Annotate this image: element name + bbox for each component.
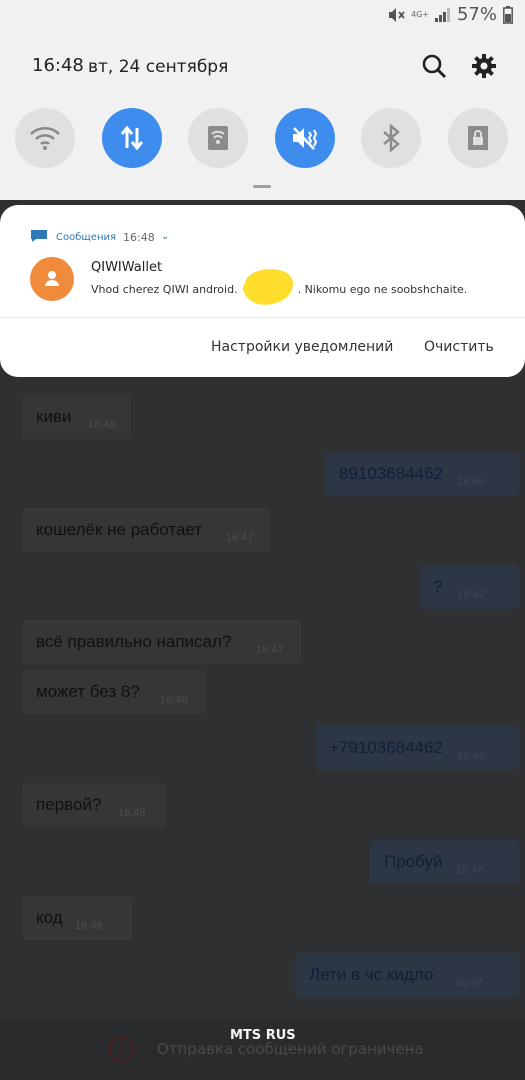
message-text: Лети в чс кидло — [309, 965, 434, 984]
message-time: 16:48 — [455, 977, 483, 989]
message-time: 16:48 — [456, 864, 484, 876]
secure-folder-icon — [468, 126, 488, 150]
message-bubble[interactable]: +79103684462 16:48 — [315, 726, 519, 770]
bluetooth-icon — [383, 124, 400, 152]
message-time: 16:48 — [160, 694, 188, 706]
message-text: киви — [36, 407, 72, 426]
message-time: 16:47 — [256, 644, 284, 656]
message-text: +79103684462 — [329, 738, 443, 757]
message-bubble[interactable]: всё правильно написал? 16:47 — [22, 620, 301, 664]
message-time: 16:46 — [457, 476, 485, 488]
mobile-data-icon — [120, 125, 144, 151]
divider — [0, 317, 525, 318]
message-bubble[interactable]: Пробуй 16:48 — [370, 840, 519, 884]
message-bubble[interactable]: кошелёк не работает 16:47 — [22, 508, 270, 552]
message-bubble[interactable]: киви 16:46 — [22, 395, 131, 439]
message-bubble[interactable]: ? 16:47 — [419, 565, 519, 609]
battery-percent: 57% — [456, 4, 497, 25]
notification-text-end: . Nikomu ego ne soobshchaite. — [297, 283, 468, 296]
sound-toggle[interactable] — [275, 108, 335, 168]
notification-time: 16:48 — [123, 231, 155, 244]
notification-app-name: Сообщения — [56, 232, 117, 243]
wifi-icon — [30, 127, 60, 150]
message-text: код — [36, 908, 63, 927]
nfc-toggle[interactable] — [188, 108, 248, 168]
carrier-label: MTS RUS — [230, 1028, 296, 1043]
message-text: может без 8? — [36, 682, 140, 701]
message-bubble[interactable]: 89103684462 16:46 — [325, 452, 519, 496]
message-time: 16:46 — [88, 419, 116, 431]
message-text: Пробуй — [384, 852, 443, 871]
person-icon — [45, 271, 59, 286]
message-bubble[interactable]: код 16:48 — [22, 896, 132, 940]
quick-panel: 4G+ 57% 16:48 вт, 24 сентября — [0, 0, 525, 200]
message-bubble[interactable]: может без 8? 16:48 — [22, 670, 206, 714]
mobile-data-toggle[interactable] — [102, 108, 162, 168]
avatar — [30, 257, 74, 301]
network-type: 4G+ — [410, 9, 429, 19]
search-icon[interactable] — [420, 52, 448, 80]
clear-button[interactable]: Очистить — [424, 339, 494, 355]
message-time: 16:47 — [457, 589, 485, 601]
notification-settings-button[interactable]: Настройки уведомлений — [211, 339, 393, 355]
message-text: первой? — [36, 795, 102, 814]
mute-icon — [388, 7, 405, 22]
message-text: кошелёк не работает — [36, 520, 203, 539]
warning-icon: ! — [109, 1036, 135, 1062]
signal-icon — [434, 7, 450, 22]
nfc-icon — [208, 126, 228, 150]
message-time: 16:48 — [457, 750, 485, 762]
notification-card[interactable]: Сообщения 16:48 ⌄ QIWIWallet Vhod cherez… — [0, 205, 525, 377]
quick-settings-row — [15, 108, 515, 168]
notification-text-start: Vhod cherez QIWI android. — [91, 283, 238, 296]
clock: 16:48 — [32, 55, 84, 76]
bluetooth-toggle[interactable] — [361, 108, 421, 168]
message-time: 16:47 — [226, 532, 254, 544]
battery-icon — [503, 5, 513, 24]
message-icon — [31, 230, 47, 242]
secure-folder-toggle[interactable] — [448, 108, 508, 168]
message-time: 16:48 — [118, 807, 146, 819]
vibrate-mute-icon — [293, 127, 318, 150]
message-bubble[interactable]: первой? 16:48 — [22, 783, 166, 827]
message-text: 89103684462 — [339, 464, 444, 483]
message-bubble[interactable]: Лети в чс кидло 16:48 — [295, 953, 519, 997]
chevron-down-icon[interactable]: ⌄ — [161, 231, 169, 242]
gear-icon[interactable] — [470, 52, 498, 80]
date: вт, 24 сентября — [88, 57, 229, 77]
notification-sender: QIWIWallet — [91, 260, 163, 275]
panel-drag-handle[interactable] — [253, 185, 271, 188]
redaction-mark — [243, 269, 293, 305]
message-text: ? — [433, 577, 443, 596]
status-bar: 4G+ 57% — [387, 4, 513, 25]
message-time: 16:48 — [75, 920, 103, 932]
wifi-toggle[interactable] — [15, 108, 75, 168]
message-text: всё правильно написал? — [36, 632, 232, 651]
